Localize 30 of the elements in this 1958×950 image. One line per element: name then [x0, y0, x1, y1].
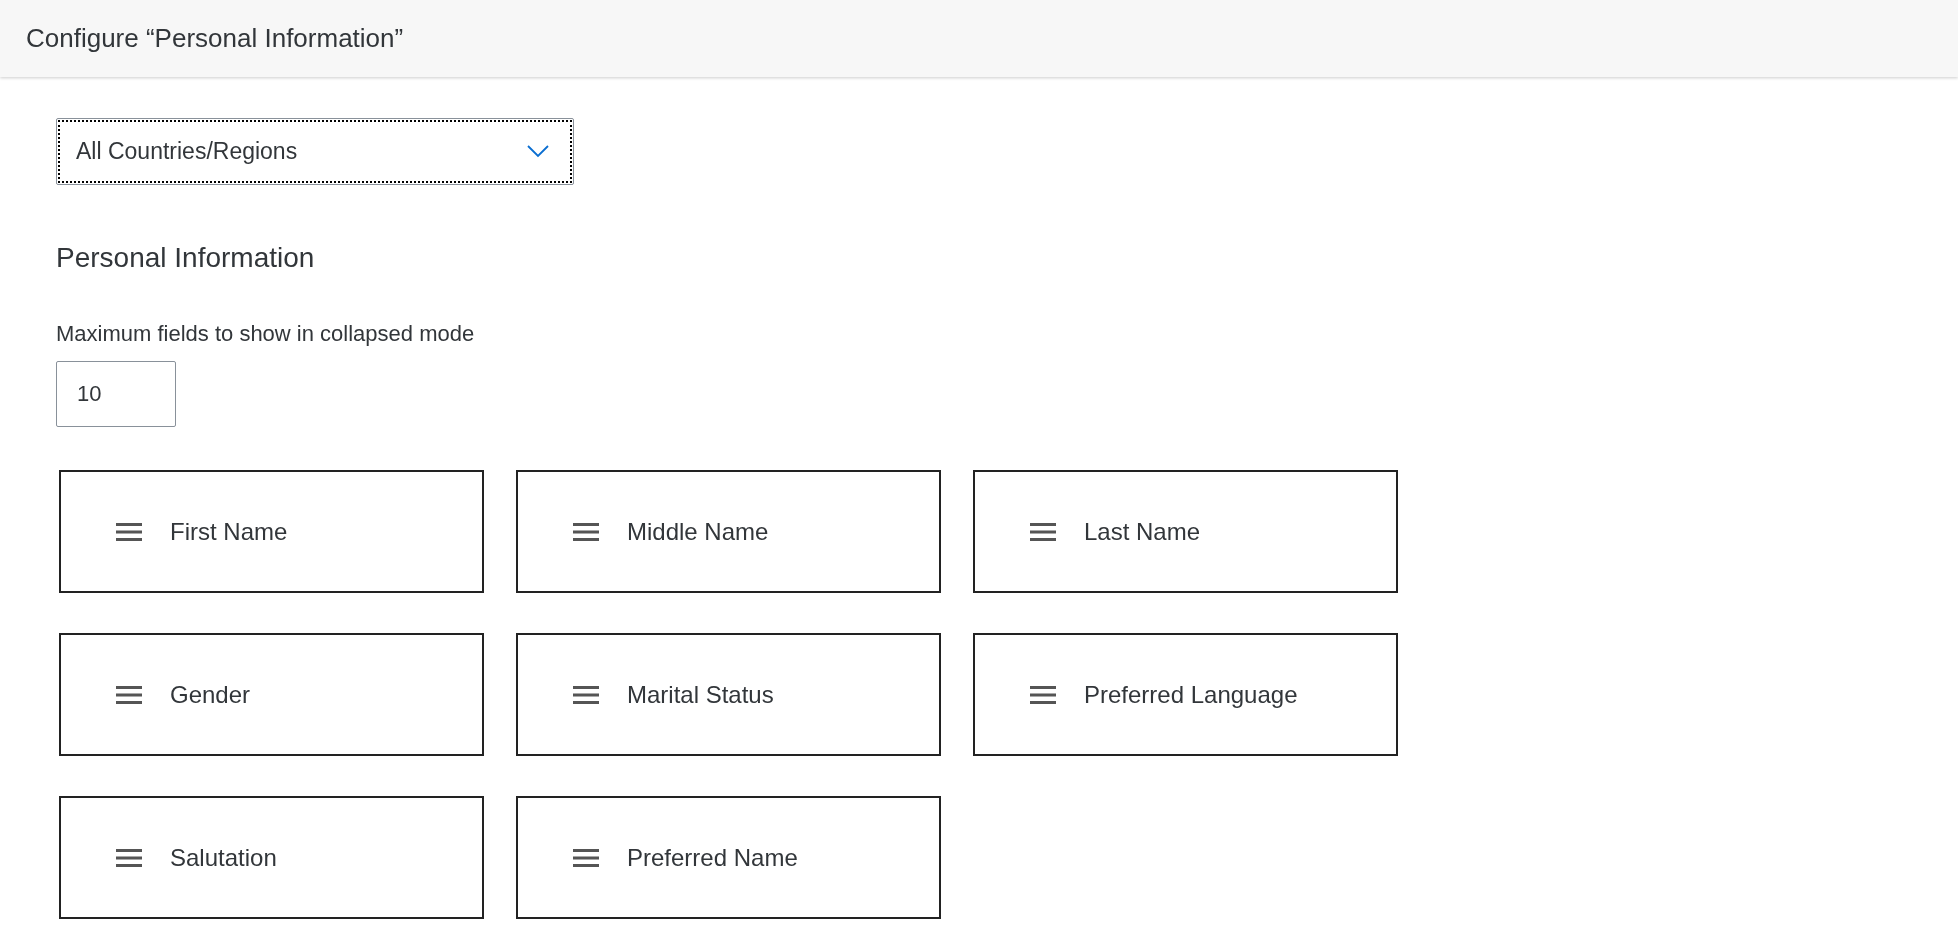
- field-name: Marital Status: [627, 680, 774, 709]
- field-label: Maximum fields to show in collapsed mode: [56, 321, 475, 347]
- field-card[interactable]: Salutation: [59, 796, 484, 919]
- drag-handle-icon[interactable]: [1030, 522, 1056, 541]
- field-name: Preferred Language: [1084, 680, 1298, 709]
- drag-handle-icon[interactable]: [573, 685, 599, 704]
- field-name: First Name: [170, 517, 288, 546]
- field-card[interactable]: Gender: [59, 633, 484, 756]
- field-name: Gender: [170, 680, 251, 709]
- field-name: Last Name: [1084, 517, 1201, 546]
- country-dropdown[interactable]: All Countries/Regions: [56, 118, 574, 185]
- input-field[interactable]: 10: [56, 361, 176, 427]
- drag-handle-icon[interactable]: [1030, 685, 1056, 704]
- field-card[interactable]: Middle Name: [516, 470, 941, 593]
- section-title: Personal Information: [56, 242, 315, 274]
- field-card[interactable]: Preferred Language: [973, 633, 1398, 756]
- field-card[interactable]: First Name: [59, 470, 484, 593]
- field-card[interactable]: Marital Status: [516, 633, 941, 756]
- drag-handle-icon[interactable]: [573, 522, 599, 541]
- field-name: Salutation: [170, 843, 277, 872]
- drag-handle-icon[interactable]: [116, 685, 142, 704]
- caret-icon: [527, 145, 549, 158]
- dialog-title: Configure “Personal Information”: [26, 23, 404, 54]
- drag-handle-icon[interactable]: [116, 522, 142, 541]
- drag-handle-icon[interactable]: [116, 848, 142, 867]
- field-name: Preferred Name: [627, 843, 798, 872]
- drag-handle-icon[interactable]: [573, 848, 599, 867]
- field-name: Middle Name: [627, 517, 769, 546]
- field-card[interactable]: Last Name: [973, 470, 1398, 593]
- field-card[interactable]: Preferred Name: [516, 796, 941, 919]
